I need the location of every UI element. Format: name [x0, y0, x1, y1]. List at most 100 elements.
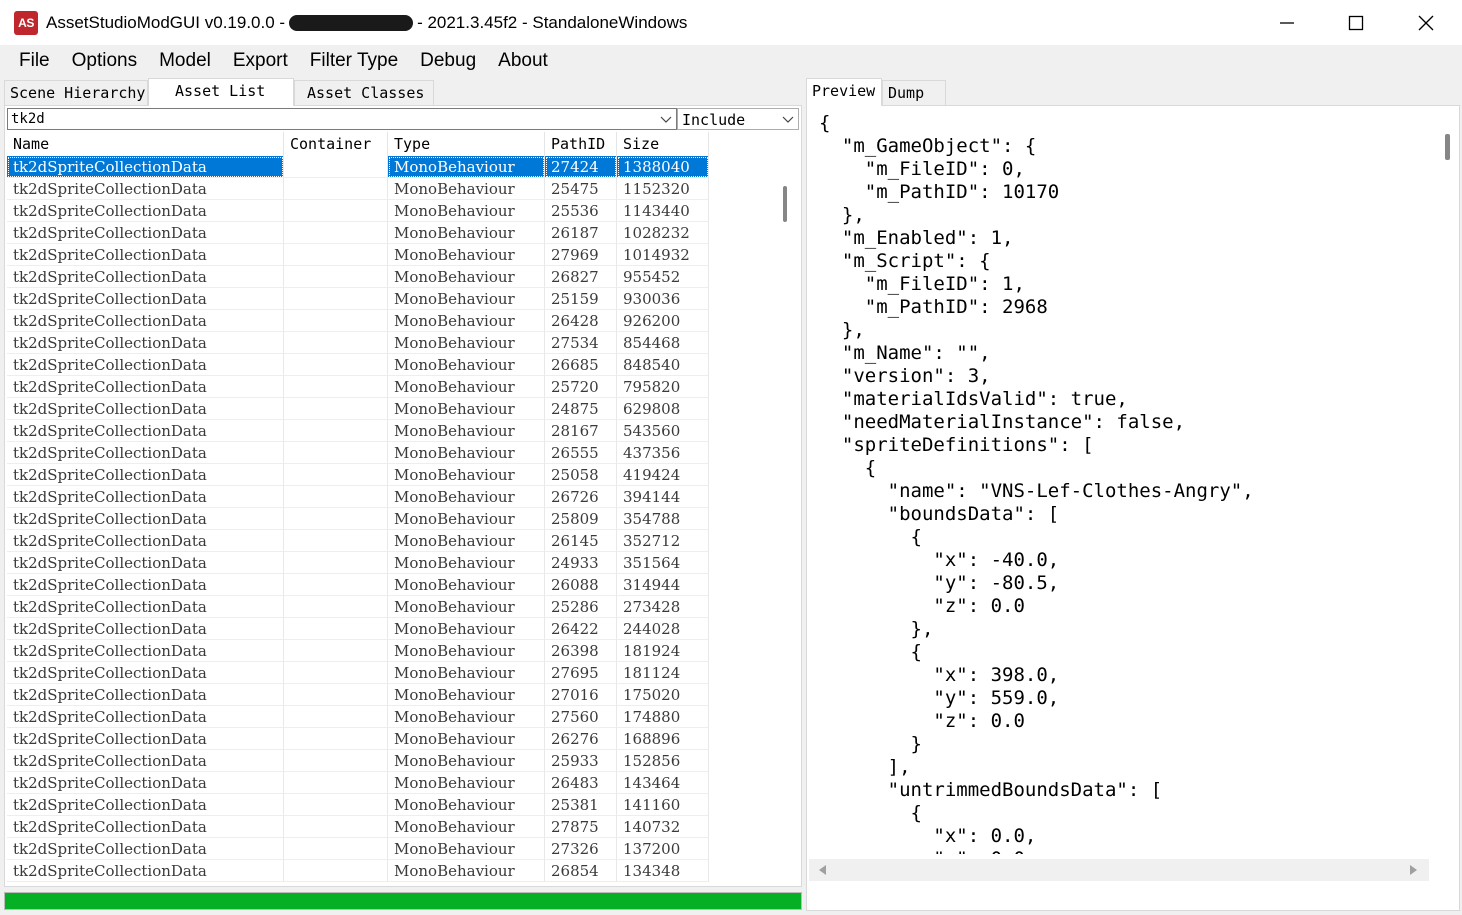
table-row[interactable]: tk2dSpriteCollectionData MonoBehaviour 259…	[7, 750, 777, 772]
preview-scroll-thumb[interactable]	[1445, 134, 1450, 160]
column-header-pathid[interactable]: PathID	[545, 132, 617, 156]
maximize-button[interactable]	[1321, 0, 1391, 45]
cell-path-id: 26685	[545, 354, 617, 376]
table-row[interactable]: tk2dSpriteCollectionData MonoBehaviour 257…	[7, 376, 777, 398]
preview-horizontal-scrollbar[interactable]	[809, 859, 1429, 881]
preview-vertical-scrollbar[interactable]	[1437, 108, 1457, 856]
table-row[interactable]: tk2dSpriteCollectionData MonoBehaviour 265…	[7, 442, 777, 464]
cell-container	[284, 772, 388, 794]
table-row[interactable]: tk2dSpriteCollectionData MonoBehaviour 260…	[7, 574, 777, 596]
scroll-left-arrow-icon[interactable]	[819, 865, 826, 875]
table-row[interactable]: tk2dSpriteCollectionData MonoBehaviour 264…	[7, 310, 777, 332]
table-row[interactable]: tk2dSpriteCollectionData MonoBehaviour 275…	[7, 332, 777, 354]
table-row[interactable]: tk2dSpriteCollectionData MonoBehaviour 261…	[7, 222, 777, 244]
minimize-button[interactable]	[1252, 0, 1322, 45]
code-line: "boundsData": [	[819, 503, 1060, 525]
code-line: "x": 0.0,	[819, 825, 1037, 847]
table-row[interactable]: tk2dSpriteCollectionData MonoBehaviour 279…	[7, 244, 777, 266]
table-row[interactable]: tk2dSpriteCollectionData MonoBehaviour 278…	[7, 816, 777, 838]
table-row[interactable]: tk2dSpriteCollectionData MonoBehaviour 273…	[7, 838, 777, 860]
table-row[interactable]: tk2dSpriteCollectionData MonoBehaviour 267…	[7, 486, 777, 508]
code-line: },	[819, 204, 865, 226]
cell-size: 854468	[617, 332, 709, 354]
code-line: "y": 0.0	[819, 848, 1427, 854]
cell-size: 926200	[617, 310, 709, 332]
filter-mode-select[interactable]: Include	[677, 108, 799, 130]
chevron-down-icon[interactable]	[660, 113, 672, 125]
menu-options[interactable]: Options	[61, 50, 148, 72]
cell-path-id: 25536	[545, 200, 617, 222]
cell-path-id: 25809	[545, 508, 617, 530]
json-preview[interactable]: { "m_GameObject": { "m_FileID": 0, "m_Pa…	[819, 112, 1427, 854]
column-header-container[interactable]: Container	[284, 132, 388, 156]
cell-type: MonoBehaviour	[388, 310, 545, 332]
cell-container	[284, 310, 388, 332]
table-row[interactable]: tk2dSpriteCollectionData MonoBehaviour 254…	[7, 178, 777, 200]
cell-container	[284, 398, 388, 420]
minimize-icon	[1280, 21, 1294, 24]
cell-name: tk2dSpriteCollectionData	[7, 156, 284, 178]
cell-type: MonoBehaviour	[388, 552, 545, 574]
cell-path-id: 27016	[545, 684, 617, 706]
cell-container	[284, 552, 388, 574]
tab-asset-list[interactable]: Asset List	[148, 78, 294, 106]
cell-name: tk2dSpriteCollectionData	[7, 728, 284, 750]
tab-asset-classes[interactable]: Asset Classes	[294, 80, 434, 105]
cell-type: MonoBehaviour	[388, 706, 545, 728]
table-row[interactable]: tk2dSpriteCollectionData MonoBehaviour 263…	[7, 640, 777, 662]
cell-container	[284, 464, 388, 486]
table-row[interactable]: tk2dSpriteCollectionData MonoBehaviour 274…	[7, 156, 777, 178]
tab-preview[interactable]: Preview	[806, 78, 882, 106]
asset-list-view[interactable]: Name Container Type PathID Size tk2dSpri…	[7, 132, 797, 884]
cell-name: tk2dSpriteCollectionData	[7, 420, 284, 442]
cell-size: 137200	[617, 838, 709, 860]
list-scroll-thumb[interactable]	[783, 186, 787, 222]
menu-file[interactable]: File	[8, 50, 61, 72]
close-icon	[1418, 15, 1434, 30]
table-row[interactable]: tk2dSpriteCollectionData MonoBehaviour 268…	[7, 860, 777, 882]
table-row[interactable]: tk2dSpriteCollectionData MonoBehaviour 250…	[7, 464, 777, 486]
table-row[interactable]: tk2dSpriteCollectionData MonoBehaviour 255…	[7, 200, 777, 222]
table-row[interactable]: tk2dSpriteCollectionData MonoBehaviour 281…	[7, 420, 777, 442]
cell-name: tk2dSpriteCollectionData	[7, 244, 284, 266]
filter-input[interactable]: tk2d	[7, 108, 677, 130]
table-row[interactable]: tk2dSpriteCollectionData MonoBehaviour 276…	[7, 662, 777, 684]
table-row[interactable]: tk2dSpriteCollectionData MonoBehaviour 251…	[7, 288, 777, 310]
cell-name: tk2dSpriteCollectionData	[7, 178, 284, 200]
cell-name: tk2dSpriteCollectionData	[7, 288, 284, 310]
table-row[interactable]: tk2dSpriteCollectionData MonoBehaviour 248…	[7, 398, 777, 420]
menu-export[interactable]: Export	[222, 50, 299, 72]
table-row[interactable]: tk2dSpriteCollectionData MonoBehaviour 268…	[7, 266, 777, 288]
column-header-type[interactable]: Type	[388, 132, 545, 156]
table-row[interactable]: tk2dSpriteCollectionData MonoBehaviour 249…	[7, 552, 777, 574]
table-row[interactable]: tk2dSpriteCollectionData MonoBehaviour 264…	[7, 618, 777, 640]
cell-container	[284, 662, 388, 684]
table-row[interactable]: tk2dSpriteCollectionData MonoBehaviour 266…	[7, 354, 777, 376]
close-button[interactable]	[1391, 0, 1461, 45]
table-row[interactable]: tk2dSpriteCollectionData MonoBehaviour 258…	[7, 508, 777, 530]
tab-scene-hierarchy[interactable]: Scene Hierarchy	[4, 80, 148, 105]
cell-container	[284, 486, 388, 508]
cell-name: tk2dSpriteCollectionData	[7, 354, 284, 376]
cell-container	[284, 640, 388, 662]
table-row[interactable]: tk2dSpriteCollectionData MonoBehaviour 275…	[7, 706, 777, 728]
tab-dump[interactable]: Dump	[882, 80, 946, 105]
table-row[interactable]: tk2dSpriteCollectionData MonoBehaviour 261…	[7, 530, 777, 552]
table-row[interactable]: tk2dSpriteCollectionData MonoBehaviour 262…	[7, 728, 777, 750]
scroll-right-arrow-icon[interactable]	[1410, 865, 1417, 875]
menu-filter-type[interactable]: Filter Type	[299, 50, 409, 72]
menu-model[interactable]: Model	[148, 50, 222, 72]
cell-name: tk2dSpriteCollectionData	[7, 200, 284, 222]
list-vertical-scrollbar[interactable]	[777, 132, 795, 884]
table-row[interactable]: tk2dSpriteCollectionData MonoBehaviour 252…	[7, 596, 777, 618]
menu-debug[interactable]: Debug	[409, 50, 487, 72]
menu-about[interactable]: About	[487, 50, 559, 72]
table-row[interactable]: tk2dSpriteCollectionData MonoBehaviour 264…	[7, 772, 777, 794]
table-row[interactable]: tk2dSpriteCollectionData MonoBehaviour 253…	[7, 794, 777, 816]
cell-size: 140732	[617, 816, 709, 838]
cell-container	[284, 596, 388, 618]
code-line: {	[819, 457, 877, 479]
table-row[interactable]: tk2dSpriteCollectionData MonoBehaviour 270…	[7, 684, 777, 706]
column-header-name[interactable]: Name	[7, 132, 284, 156]
column-header-size[interactable]: Size	[617, 132, 709, 156]
